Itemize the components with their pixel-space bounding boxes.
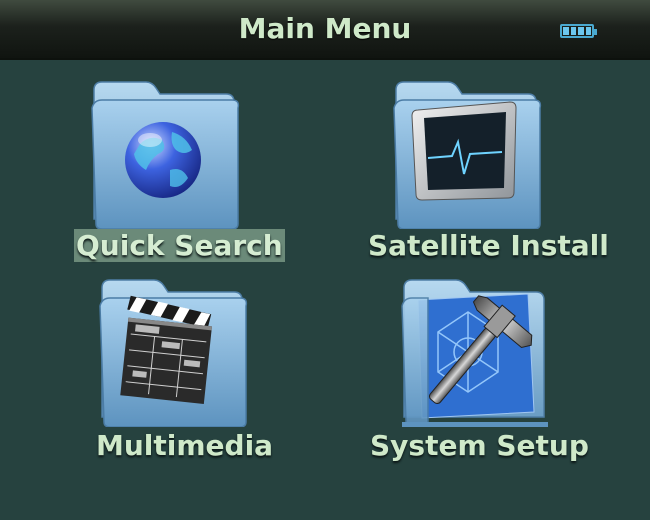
satellite-install-label: Satellite Install (368, 229, 609, 262)
title-bar: Main Menu (0, 0, 650, 60)
quick-search-label: Quick Search (74, 229, 285, 262)
system-setup-label: System Setup (370, 429, 589, 462)
multimedia-label: Multimedia (96, 429, 274, 462)
page-title: Main Menu (238, 12, 412, 45)
hammer-folder-icon (401, 279, 548, 427)
globe-folder-icon (91, 81, 240, 229)
battery-icon (560, 24, 597, 38)
clapperboard-folder-icon (99, 279, 248, 427)
monitor-folder-icon (393, 81, 542, 229)
